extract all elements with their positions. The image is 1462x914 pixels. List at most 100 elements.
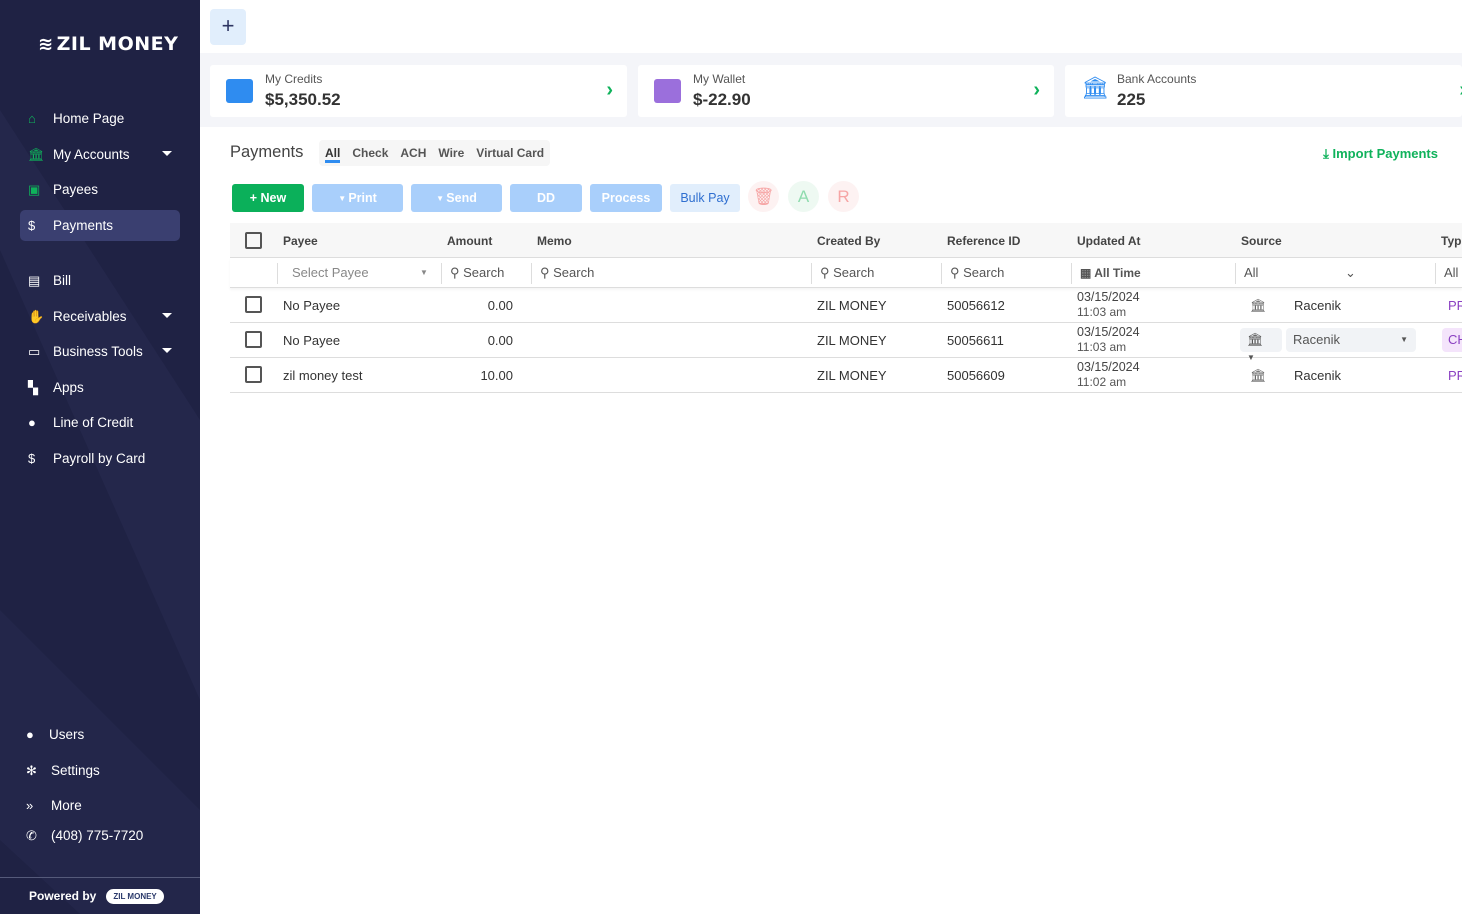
card-label: Bank Accounts — [1117, 72, 1197, 86]
add-button[interactable]: + — [210, 9, 246, 45]
label: Payees — [53, 182, 99, 197]
card-value: $-22.90 — [693, 90, 751, 109]
process-button[interactable]: Process — [590, 184, 662, 212]
date-range-filter[interactable]: ▦ All Time — [1080, 266, 1141, 280]
label: Payments — [53, 218, 114, 233]
row-checkbox[interactable] — [245, 296, 262, 313]
col-memo[interactable]: Memo — [537, 234, 572, 248]
col-updated-at[interactable]: Updated At — [1077, 234, 1141, 248]
sidebar-item-business-tools[interactable]: ▭ Business Tools — [20, 336, 180, 367]
download-icon: ⤓ — [1323, 146, 1333, 161]
trash-icon: 🗑 — [752, 186, 775, 206]
sidebar-item-settings[interactable]: ✻ Settings — [18, 755, 178, 786]
col-source[interactable]: Source — [1241, 234, 1282, 248]
label: New — [260, 191, 287, 205]
placeholder: Search — [833, 265, 875, 280]
col-payee[interactable]: Payee — [283, 234, 318, 248]
date: 03/15/2024 — [1077, 290, 1140, 304]
card-bank-accounts[interactable]: 🏛Bank Accounts225› — [1065, 65, 1462, 117]
card-my-credits[interactable]: My Credits $5,350.52 › — [210, 65, 627, 117]
dollar-icon: $ — [28, 218, 36, 233]
bank-icon: 🏛 — [1250, 298, 1267, 313]
sidebar-item-my-accounts[interactable]: 🏛 My Accounts — [20, 139, 180, 170]
send-button[interactable]: ▼ Send — [411, 184, 502, 212]
new-button[interactable]: + New — [232, 184, 304, 212]
calendar-icon: ▦ — [1080, 266, 1095, 280]
sidebar-item-home[interactable]: ⌂ Home Page — [20, 103, 180, 134]
sidebar-item-bill[interactable]: ▤ Bill — [20, 265, 180, 296]
source: Racenik — [1294, 298, 1341, 313]
label: Payroll by Card — [53, 451, 146, 466]
sidebar-item-payees[interactable]: ▣ Payees — [20, 174, 180, 205]
tab-check[interactable]: Check — [352, 146, 388, 160]
time: 11:03 am — [1077, 340, 1127, 354]
print-button[interactable]: ▼ Print — [312, 184, 403, 212]
card-value: 225 — [1117, 90, 1146, 109]
bulk-pay-button[interactable]: Bulk Pay — [670, 184, 740, 212]
col-reference-id[interactable]: Reference ID — [947, 234, 1020, 248]
reference-search-input[interactable]: ⚲ Search — [950, 265, 1004, 281]
type-filter-select[interactable]: All — [1444, 265, 1458, 280]
sidebar-item-apps[interactable]: ▚ Apps — [20, 372, 180, 403]
reject-button[interactable]: R — [828, 181, 859, 212]
label: R — [837, 186, 850, 206]
col-created-by[interactable]: Created By — [817, 234, 880, 248]
tab-all[interactable]: All — [325, 143, 341, 163]
table-row[interactable]: No Payee 0.00 ZIL MONEY 50056612 03/15/2… — [230, 288, 1462, 323]
sidebar-item-line-of-credit[interactable]: ● Line of Credit — [20, 407, 180, 438]
home-icon: ⌂ — [28, 111, 36, 126]
type-badge: PR — [1448, 368, 1462, 383]
payee: zil money test — [283, 368, 363, 383]
label: Apps — [53, 380, 84, 395]
source-select[interactable]: Racenik ▼ — [1286, 328, 1416, 352]
user-icon: ● — [26, 727, 34, 742]
sidebar-item-users[interactable]: ● Users — [18, 719, 178, 750]
col-amount[interactable]: Amount — [447, 234, 492, 248]
bank-icon: 🏛 — [1081, 75, 1109, 100]
row-checkbox[interactable] — [245, 331, 262, 348]
contact-book-icon: ▣ — [28, 181, 41, 197]
logo[interactable]: ≋ ZIL MONEY — [38, 33, 178, 55]
delete-button[interactable]: 🗑 — [748, 181, 779, 212]
table-row[interactable]: No Payee 0.00 ZIL MONEY 50056611 03/15/2… — [230, 323, 1462, 362]
caret-down-icon: ▼ — [338, 193, 349, 203]
placeholder: Search — [463, 265, 505, 280]
memo-search-input[interactable]: ⚲ Search — [540, 265, 594, 281]
card-my-wallet[interactable]: My Wallet $-22.90 › — [638, 65, 1054, 117]
amount-search-input[interactable]: ⚲ Search — [450, 265, 504, 281]
payee-filter-select[interactable]: Select Payee — [292, 265, 369, 280]
row-checkbox[interactable] — [245, 366, 262, 383]
caret-down-icon: ▼ — [436, 193, 447, 203]
type-badge: CH — [1442, 328, 1462, 352]
phone-link[interactable]: ✆ (408) 775-7720 — [18, 820, 178, 851]
zil-money-badge[interactable]: ZIL MONEY — [106, 888, 164, 904]
table-row[interactable]: zil money test 10.00 ZIL MONEY 50056609 … — [230, 358, 1462, 393]
sidebar-item-payroll-by-card[interactable]: $ Payroll by Card — [20, 443, 180, 474]
import-label: Import Payments — [1332, 146, 1438, 161]
tab-wire[interactable]: Wire — [438, 146, 464, 160]
grid-icon: ▚ — [28, 379, 38, 395]
label: Line of Credit — [53, 415, 134, 430]
sidebar-item-more[interactable]: » More — [18, 790, 178, 821]
sidebar-item-receivables[interactable]: ✋ Receivables — [20, 301, 180, 332]
gear-icon: ✻ — [26, 762, 37, 778]
sidebar-item-payments[interactable]: $ Payments — [20, 210, 180, 241]
caret-down-icon — [162, 313, 172, 318]
col-type[interactable]: Type — [1441, 234, 1462, 248]
bank-icon: 🏛 — [1250, 368, 1267, 383]
tab-ach[interactable]: ACH — [400, 146, 426, 160]
wallet-icon — [654, 79, 681, 103]
caret-down-icon: ▼ — [1400, 335, 1408, 344]
amount: 0.00 — [487, 298, 513, 313]
approve-button[interactable]: A — [788, 181, 819, 212]
tab-virtual-card[interactable]: Virtual Card — [476, 146, 544, 160]
select-all-checkbox[interactable] — [245, 232, 262, 249]
bank-select[interactable]: 🏛 ▼ — [1240, 328, 1282, 362]
caret-down-icon — [162, 151, 172, 156]
source-filter-select[interactable]: All — [1244, 265, 1258, 280]
dd-button[interactable]: DD — [510, 184, 582, 212]
powered-by-text: Powered by — [29, 889, 97, 903]
import-payments-link[interactable]: ⤓ Import Payments — [1323, 146, 1438, 162]
created-by-search-input[interactable]: ⚲ Search — [820, 265, 874, 281]
label: Users — [49, 727, 85, 742]
